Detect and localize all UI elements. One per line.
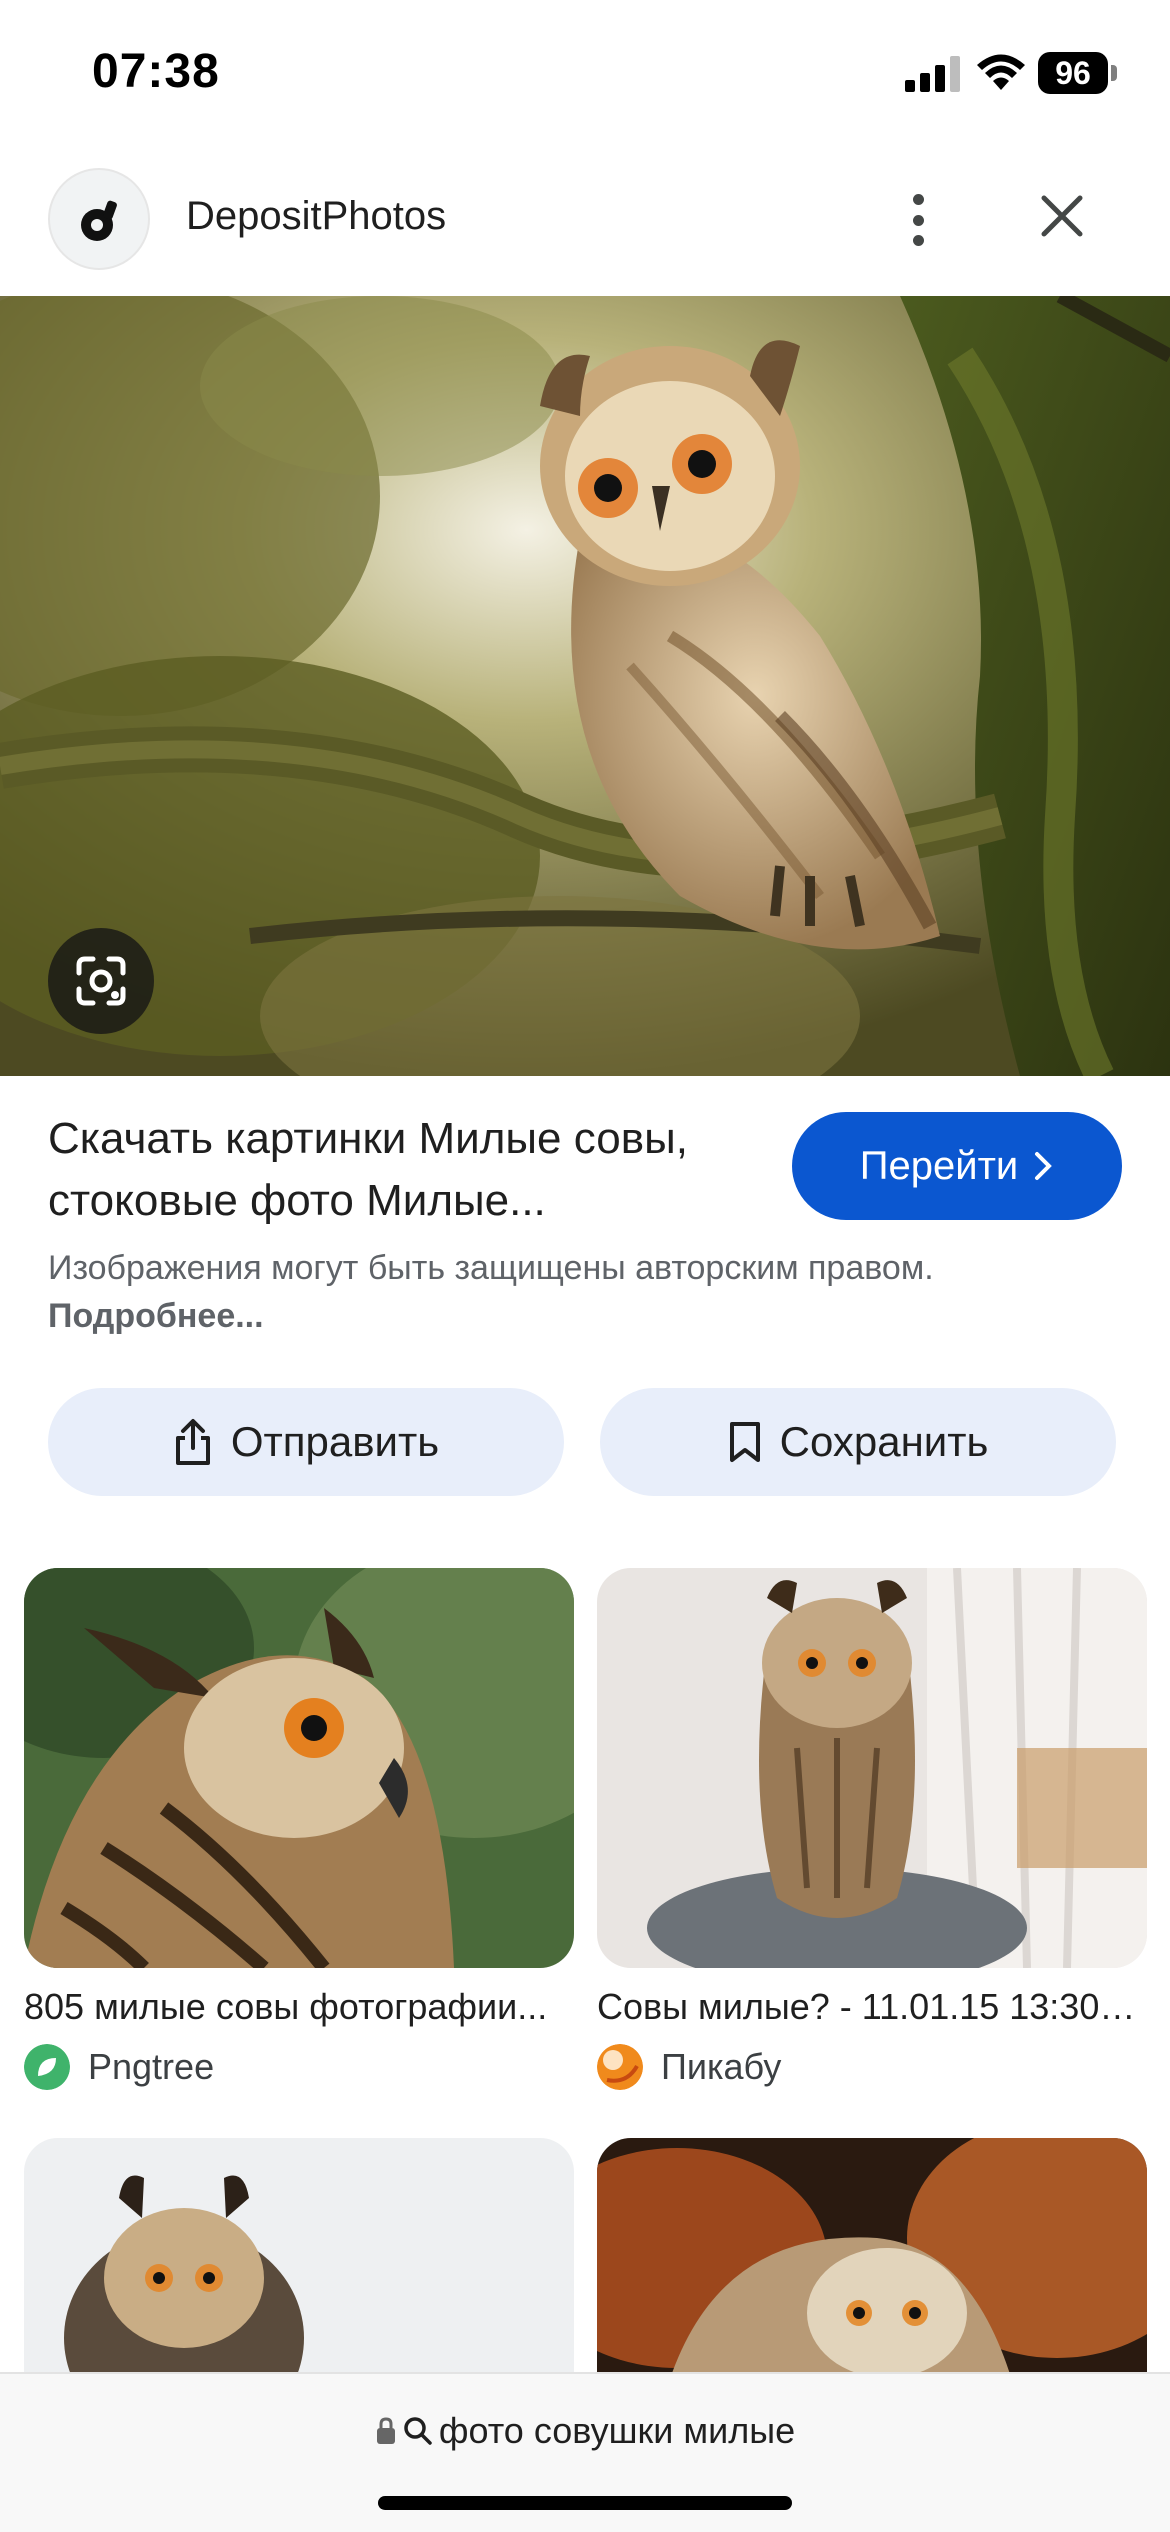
- visit-button-label: Перейти: [859, 1143, 1019, 1188]
- share-button[interactable]: Отправить: [48, 1388, 564, 1496]
- chevron-right-icon: [1035, 1152, 1053, 1180]
- related-image[interactable]: [24, 1568, 574, 1968]
- battery-level: 96: [1038, 52, 1108, 94]
- share-button-label: Отправить: [230, 1418, 440, 1465]
- status-time: 07:38: [92, 45, 220, 98]
- status-bar: 07:38 96: [0, 0, 1170, 150]
- pngtree-logo-icon: [24, 2044, 70, 2090]
- bottom-url-bar[interactable]: фото совушки милые: [0, 2372, 1170, 2532]
- search-icon: [404, 2417, 432, 2445]
- depositphotos-logo-icon[interactable]: [48, 168, 150, 270]
- hero-image[interactable]: [0, 296, 1170, 1076]
- close-icon[interactable]: [1030, 184, 1094, 248]
- share-icon: [175, 1419, 210, 1465]
- related-source-name: Пикабу: [661, 2046, 782, 2087]
- more-vert-icon[interactable]: [890, 190, 946, 250]
- related-caption[interactable]: Совы милые? - 11.01.15 13:30 | ...: [597, 1984, 1142, 2030]
- url-display[interactable]: фото совушки милые: [0, 2410, 1170, 2452]
- google-lens-icon[interactable]: [48, 928, 154, 1034]
- learn-more-link[interactable]: Подробнее...: [48, 1297, 264, 1335]
- visit-button[interactable]: Перейти: [792, 1112, 1122, 1220]
- save-button[interactable]: Сохранить: [600, 1388, 1116, 1496]
- url-text: фото совушки милые: [438, 2410, 796, 2451]
- home-indicator[interactable]: [378, 2496, 792, 2510]
- battery-indicator: 96: [1038, 52, 1118, 94]
- wifi-icon: [977, 54, 1025, 90]
- related-image[interactable]: [597, 1568, 1147, 1968]
- result-title[interactable]: Скачать картинки Милые совы, стоковые фо…: [48, 1108, 768, 1232]
- cellular-signal-icon: [905, 56, 960, 92]
- related-card[interactable]: 805 милые совы фотографии... Pngtree: [24, 1568, 574, 2090]
- lock-icon: [376, 2417, 395, 2444]
- source-header: DepositPhotos: [0, 160, 1170, 295]
- site-name[interactable]: DepositPhotos: [186, 194, 446, 239]
- related-caption[interactable]: 805 милые совы фотографии...: [24, 1984, 569, 2030]
- related-source-name: Pngtree: [88, 2046, 215, 2087]
- related-card[interactable]: Совы милые? - 11.01.15 13:30 | ... Пикаб…: [597, 1568, 1147, 2090]
- bookmark-icon: [729, 1422, 760, 1462]
- related-source[interactable]: Пикабу: [597, 2044, 1147, 2090]
- copyright-text: Изображения могут быть защищены авторски…: [48, 1249, 934, 1287]
- pikabu-logo-icon: [597, 2044, 643, 2090]
- related-source[interactable]: Pngtree: [24, 2044, 574, 2090]
- save-button-label: Сохранить: [779, 1418, 989, 1465]
- copyright-notice: Изображения могут быть защищены авторски…: [48, 1244, 1108, 1340]
